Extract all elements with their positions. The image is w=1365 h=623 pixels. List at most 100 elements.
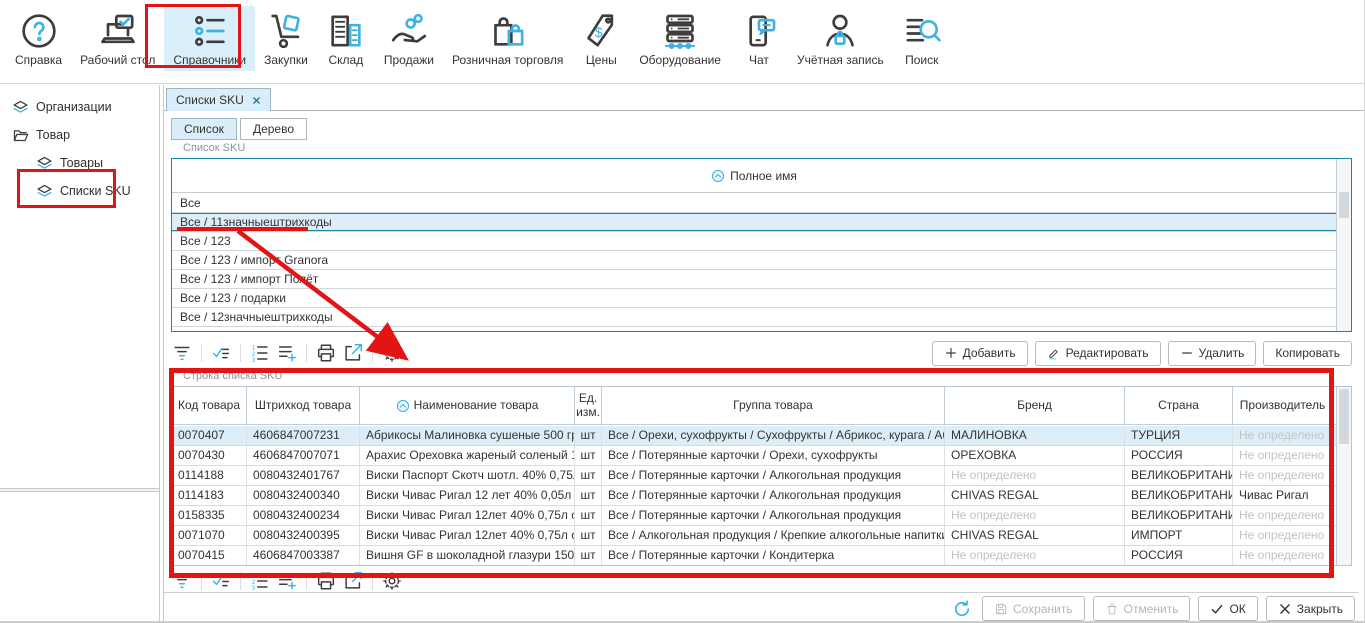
добавить-button[interactable]: Добавить — [932, 341, 1028, 366]
table-row[interactable]: 01583350080432400234Виски Чивас Ригал 12… — [172, 506, 1336, 526]
list-item[interactable]: Все — [172, 194, 1336, 213]
print-icon[interactable] — [315, 342, 337, 364]
sku-row-scrollbar[interactable] — [1336, 387, 1351, 565]
column-header[interactable]: Штрихкод товара — [247, 387, 360, 424]
toolbar-divider — [372, 344, 373, 362]
toolbar-item-search[interactable]: Поиск — [893, 6, 951, 71]
filter-icon[interactable] — [171, 342, 193, 364]
list-item[interactable]: Все / 123 / импорт Полёт — [172, 270, 1336, 289]
sku-row-table-body: 00704074606847007231Абрикосы Малиновка с… — [172, 426, 1336, 565]
column-header[interactable]: Группа товара — [602, 387, 945, 424]
numbered-list-icon[interactable]: 123 — [249, 570, 271, 592]
toolbar-item-label: Цены — [586, 53, 617, 67]
toolbar-item-warehouse[interactable]: Склад — [317, 6, 375, 71]
table-row[interactable]: 00704074606847007231Абрикосы Малиновка с… — [172, 426, 1336, 446]
ок-button[interactable]: ОК — [1198, 596, 1257, 621]
column-header[interactable]: Производитель — [1233, 387, 1333, 424]
toolbar-item-equipment[interactable]: Оборудование — [630, 6, 730, 71]
sku-row-panel-title: Строка списка SKU — [171, 370, 1352, 383]
sidebar-item[interactable]: Организации — [0, 93, 159, 121]
column-header[interactable]: Ед. изм. — [575, 387, 602, 424]
scrollbar-thumb[interactable] — [1339, 192, 1349, 218]
add-list-icon[interactable] — [276, 570, 298, 592]
sku-list-column-header[interactable]: Полное имя — [172, 159, 1336, 193]
list-item[interactable]: Все / 12значныештрихкоды — [172, 308, 1336, 327]
отменить-button[interactable]: Отменить — [1093, 596, 1191, 621]
table-row[interactable]: 00710700080432400395Виски Чивас Ригал 12… — [172, 526, 1336, 546]
table-cell: 4606847003387 — [247, 546, 360, 565]
toolbar-item-retail[interactable]: Розничная торговля — [443, 6, 572, 71]
sku-list-scrollbar[interactable] — [1336, 159, 1351, 331]
table-row[interactable]: 00704304606847007071Арахис Ореховка жаре… — [172, 446, 1336, 466]
table-cell: 0070407 — [172, 426, 247, 445]
table-cell: Все / Потерянные карточки / Алкогольная … — [602, 506, 945, 525]
print-icon[interactable] — [315, 570, 337, 592]
subtab-inactive[interactable]: Дерево — [240, 118, 307, 140]
table-cell: Вишня GF в шоколадной глазури 150 гр — [360, 546, 575, 565]
table-cell: Не определено — [945, 546, 1125, 565]
toolbar-item-purchases[interactable]: Закупки — [255, 6, 317, 71]
сохранить-button[interactable]: Сохранить — [982, 596, 1085, 621]
toolbar-item-desktop[interactable]: Рабочий стол — [71, 6, 164, 71]
toolbar-item-chat[interactable]: Чат — [730, 6, 788, 71]
svg-text:$: $ — [595, 25, 603, 41]
table-cell: Не определено — [1233, 466, 1333, 485]
table-cell: 0070415 — [172, 546, 247, 565]
sidebar-item[interactable]: Списки SKU — [0, 177, 159, 205]
tab-spiski-sku[interactable]: Списки SKU — [166, 88, 271, 111]
list-item[interactable]: Все / 11значныештрихкоды — [172, 213, 1336, 232]
prices-icon: $ — [581, 11, 621, 51]
закрыть-button[interactable]: Закрыть — [1266, 596, 1355, 621]
копировать-button[interactable]: Копировать — [1263, 341, 1352, 366]
scrollbar-thumb[interactable] — [1339, 389, 1349, 444]
sort-asc-icon — [711, 169, 725, 183]
table-cell: шт — [575, 446, 602, 465]
toolbar-item-directories[interactable]: Справочники — [164, 6, 255, 71]
toolbar-item-label: Учётная запись — [797, 53, 884, 67]
layers-icon — [12, 99, 29, 116]
toolbar-item-sales[interactable]: Продажи — [375, 6, 443, 71]
toolbar-item-help[interactable]: Справка — [6, 6, 71, 71]
table-cell: шт — [575, 466, 602, 485]
sidebar-item-label: Организации — [36, 100, 112, 114]
table-cell: 0070430 — [172, 446, 247, 465]
table-cell: 0080432401767 — [247, 466, 360, 485]
toolbar-item-prices[interactable]: $ Цены — [572, 6, 630, 71]
table-row[interactable]: 00704154606847003387Вишня GF в шоколадно… — [172, 546, 1336, 565]
редактировать-button[interactable]: Редактировать — [1035, 341, 1161, 366]
column-header[interactable]: Код товара — [172, 387, 247, 424]
toolbar-item-account[interactable]: Учётная запись — [788, 6, 893, 71]
table-cell: 0114188 — [172, 466, 247, 485]
удалить-button[interactable]: Удалить — [1168, 341, 1257, 366]
desktop-icon — [98, 11, 138, 51]
footer-button-bar: Сохранить Отменить ОК Закрыть — [164, 592, 1359, 623]
list-item[interactable]: Все / 123 — [172, 232, 1336, 251]
column-header[interactable]: Страна — [1125, 387, 1233, 424]
sku-list-header-label: Полное имя — [730, 169, 797, 183]
table-row[interactable]: 01141830080432400340Виски Чивас Ригал 12… — [172, 486, 1336, 506]
gear-icon[interactable] — [381, 570, 403, 592]
purchases-icon — [266, 11, 306, 51]
numbered-list-icon[interactable]: 123 — [249, 342, 271, 364]
toolbar-item-label: Справочники — [173, 53, 246, 67]
export-icon[interactable] — [342, 342, 364, 364]
sales-icon — [389, 11, 429, 51]
refresh-icon[interactable] — [952, 599, 972, 619]
list-item[interactable]: Все / 123 / импорт Granora — [172, 251, 1336, 270]
check-list-icon[interactable] — [210, 570, 232, 592]
sidebar-item[interactable]: Товары — [0, 149, 159, 177]
table-row[interactable]: 01141880080432401767Виски Паспорт Скотч … — [172, 466, 1336, 486]
gear-icon[interactable] — [381, 342, 403, 364]
list-item[interactable]: Все / 123 / подарки — [172, 289, 1336, 308]
subtab-active[interactable]: Список — [171, 118, 237, 140]
chat-icon — [739, 11, 779, 51]
column-header[interactable]: Бренд — [945, 387, 1125, 424]
sidebar-item[interactable]: Товар — [0, 121, 159, 149]
column-header[interactable]: Наименование товара — [360, 387, 575, 424]
export-icon[interactable] — [342, 570, 364, 592]
sidebar-splitter[interactable] — [0, 488, 159, 492]
tab-close-icon[interactable] — [252, 96, 261, 105]
check-list-icon[interactable] — [210, 342, 232, 364]
filter-icon[interactable] — [171, 570, 193, 592]
add-list-icon[interactable] — [276, 342, 298, 364]
